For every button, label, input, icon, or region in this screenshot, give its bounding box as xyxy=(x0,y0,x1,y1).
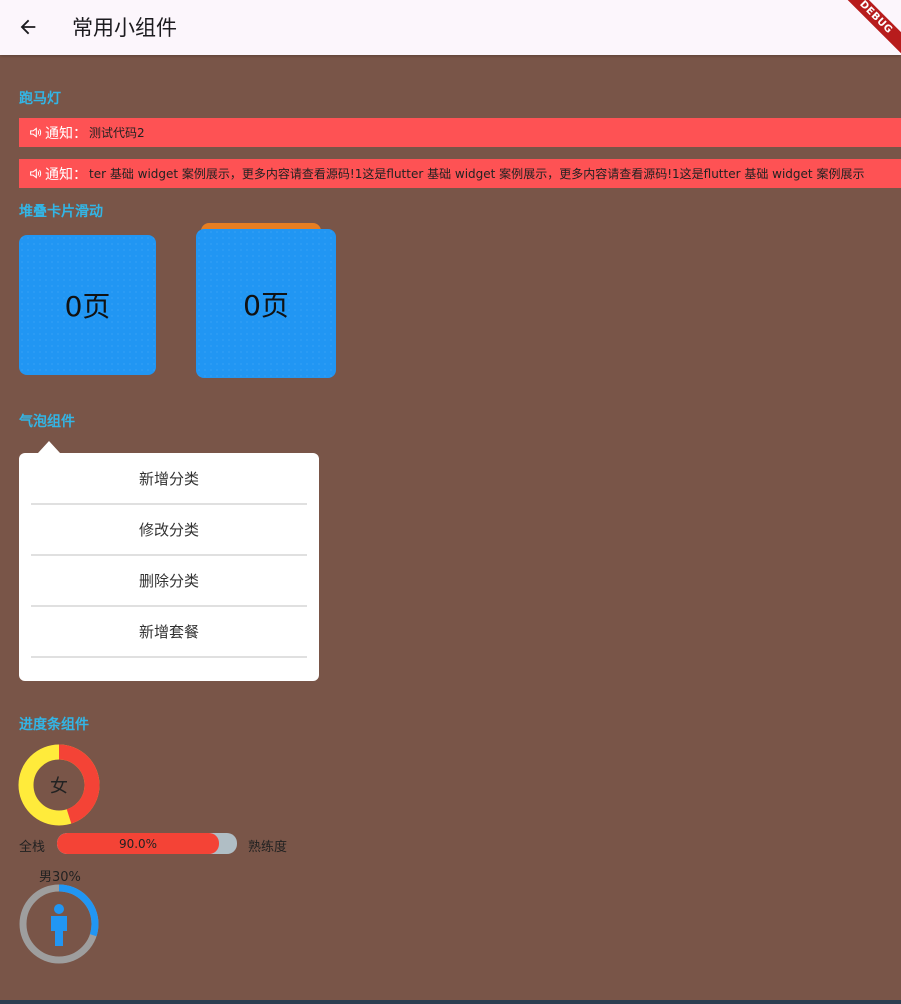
marquee-label: 通知： xyxy=(19,123,87,143)
section-title-stack: 堆叠卡片滑动 xyxy=(19,204,103,220)
section-title-progress: 进度条组件 xyxy=(19,717,89,733)
speaker-icon xyxy=(30,168,42,179)
female-ring-progress: 女 xyxy=(18,744,100,826)
menu-item-add-package[interactable]: 新增套餐 xyxy=(31,606,307,658)
stack-card[interactable]: 0页 xyxy=(196,229,336,378)
ring-center-label: 女 xyxy=(50,776,68,797)
marquee-label: 通知： xyxy=(19,164,87,184)
marquee-label-text: 通知： xyxy=(45,166,87,183)
marquee-row-2: 通知： ter 基础 widget 案例展示，更多内容请查看源码!1这是flut… xyxy=(19,159,901,188)
marquee-label-text: 通知： xyxy=(45,125,87,142)
marquee-text: 测试代码2 xyxy=(89,126,145,140)
arrow-back-icon xyxy=(20,19,36,35)
section-title-marquee: 跑马灯 xyxy=(19,91,61,107)
speaker-icon xyxy=(30,127,42,138)
stack-card[interactable]: 0页 xyxy=(19,235,156,375)
bar-left-label: 全栈 xyxy=(19,840,46,855)
person-icon xyxy=(51,904,67,946)
page-title: 常用小组件 xyxy=(72,16,177,40)
bubble-arrow xyxy=(38,441,60,453)
skill-progress-bar: 90.0% xyxy=(57,833,237,854)
app-bar: 常用小组件 xyxy=(0,0,901,55)
bubble-menu: 新增分类 修改分类 删除分类 新增套餐 xyxy=(19,453,319,681)
menu-item-add-category[interactable]: 新增分类 xyxy=(31,453,307,505)
menu-item-edit-category[interactable]: 修改分类 xyxy=(31,504,307,556)
menu-item-delete-category[interactable]: 删除分类 xyxy=(31,555,307,607)
bar-right-label: 熟练度 xyxy=(248,840,288,855)
section-title-bubble: 气泡组件 xyxy=(19,414,75,430)
male-ring-progress xyxy=(18,883,100,965)
marquee-text: ter 基础 widget 案例展示，更多内容请查看源码!1这是flutter … xyxy=(89,167,865,181)
bar-fill: 90.0% xyxy=(57,833,219,854)
back-button[interactable] xyxy=(14,13,42,41)
marquee-row-1: 通知： 测试代码2 xyxy=(19,118,901,147)
bottom-edge xyxy=(0,1000,901,1004)
